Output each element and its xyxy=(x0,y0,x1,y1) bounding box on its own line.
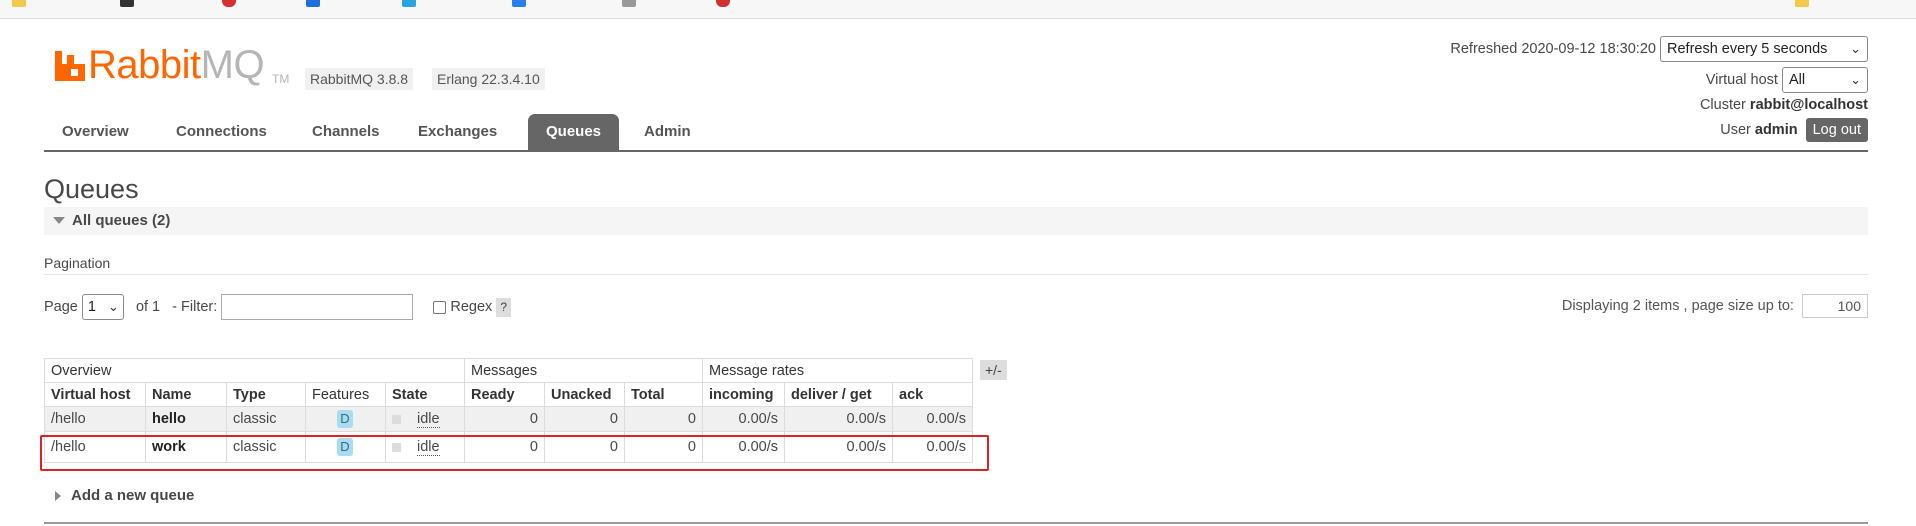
filter-label: - Filter: xyxy=(172,299,218,315)
cell-unacked: 0 xyxy=(544,406,625,432)
header-ack[interactable]: ack xyxy=(892,382,973,407)
rabbitmq-version-badge: RabbitMQ 3.8.8 xyxy=(305,68,414,90)
add-queue-label: Add a new queue xyxy=(71,487,195,504)
expand-triangle-icon xyxy=(55,491,61,502)
cell-ready: 0 xyxy=(464,406,545,432)
vhost-select[interactable]: All ⌄ xyxy=(1782,67,1868,94)
tab-admin[interactable]: Admin xyxy=(626,114,709,150)
pagination-controls: Page 1 ⌄ of 1 - Filter: Regex ? xyxy=(44,294,511,322)
header-total[interactable]: Total xyxy=(624,382,703,407)
logo-text-rabbit: Rabbit xyxy=(88,43,201,87)
page-of-label: of 1 xyxy=(135,299,161,315)
add-queue-section-toggle[interactable]: Add a new queue xyxy=(55,487,194,504)
maven-icon xyxy=(306,0,320,7)
header-name[interactable]: Name xyxy=(145,382,227,407)
queue-name-link[interactable]: hello xyxy=(145,406,227,432)
page-size-input[interactable]: 100 xyxy=(1802,294,1868,318)
site-icon xyxy=(222,0,236,7)
gitlab-icon xyxy=(120,0,134,7)
bookmark-item[interactable] xyxy=(306,0,326,8)
bookmark-item[interactable] xyxy=(12,0,32,8)
cluster-name: rabbit@localhost xyxy=(1749,97,1868,113)
cell-state[interactable]: idle xyxy=(417,411,440,428)
group-overview: Overview xyxy=(44,358,465,383)
tab-connections[interactable]: Connections xyxy=(158,114,285,150)
tab-channels[interactable]: Channels xyxy=(294,114,398,150)
chevron-down-icon: ⌄ xyxy=(1850,41,1861,57)
pagination-heading: Pagination xyxy=(44,255,111,271)
header-unacked[interactable]: Unacked xyxy=(544,382,625,407)
refresh-interval-select[interactable]: Refresh every 5 seconds ⌄ xyxy=(1660,36,1868,63)
regex-checkbox[interactable] xyxy=(433,300,447,314)
bookmark-item[interactable] xyxy=(622,0,642,8)
bookmark-item[interactable] xyxy=(222,0,242,8)
bookmark-item[interactable] xyxy=(512,0,532,8)
tab-overview[interactable]: Overview xyxy=(44,114,147,150)
displaying-info: Displaying 2 items , page size up to: 10… xyxy=(1562,294,1868,318)
collapse-triangle-icon xyxy=(53,217,65,224)
bookmark-item[interactable] xyxy=(120,0,140,8)
column-group-row: Overview Messages Message rates xyxy=(44,358,973,383)
vhost-label: Virtual host xyxy=(1705,72,1778,88)
site-icon xyxy=(622,0,636,7)
chevron-down-icon: ⌄ xyxy=(108,299,119,314)
logo-text-mq: MQ xyxy=(200,43,265,87)
pagination-divider xyxy=(44,274,1868,275)
regex-label: Regex xyxy=(450,299,493,315)
cell-deliver-get: 0.00/s xyxy=(784,406,893,432)
folder-icon xyxy=(1795,0,1809,7)
rabbitmq-logo-icon xyxy=(55,51,85,81)
header-state[interactable]: State xyxy=(385,382,465,407)
page-select[interactable]: 1 ⌄ xyxy=(81,294,124,320)
folder-icon xyxy=(12,0,26,7)
site-icon xyxy=(716,0,730,7)
table-row: /hello hello classic D idle 0 0 0 0.00/s… xyxy=(44,406,973,432)
header-deliver-get[interactable]: deliver / get xyxy=(784,382,893,407)
logout-button[interactable]: Log out xyxy=(1805,118,1868,143)
cell-incoming: 0.00/s xyxy=(702,406,785,432)
displaying-label: Displaying 2 items , page size up to: xyxy=(1561,297,1794,314)
bottom-divider xyxy=(44,522,1868,524)
page-title: Queues xyxy=(44,174,139,204)
bookmarks-bar xyxy=(0,0,1916,19)
user-name: admin xyxy=(1754,122,1798,138)
header-virtual-host[interactable]: Virtual host xyxy=(44,382,146,407)
bookmark-item[interactable] xyxy=(716,0,736,8)
cluster-label: Cluster xyxy=(1699,97,1746,113)
chevron-down-icon: ⌄ xyxy=(1850,72,1861,88)
regex-help-button[interactable]: ? xyxy=(496,297,511,317)
state-indicator-icon xyxy=(392,414,401,424)
cell-ack: 0.00/s xyxy=(892,406,973,432)
tabs-divider xyxy=(44,150,1868,152)
bookmark-item[interactable] xyxy=(402,0,422,8)
translate-icon xyxy=(512,0,526,7)
all-queues-label: All queues (2) xyxy=(72,212,171,229)
header-ready[interactable]: Ready xyxy=(464,382,545,407)
tab-exchanges[interactable]: Exchanges xyxy=(400,114,515,150)
cell-vhost: /hello xyxy=(44,406,146,432)
site-icon xyxy=(402,0,416,7)
user-label: User xyxy=(1720,122,1751,138)
durable-feature-badge[interactable]: D xyxy=(337,410,353,428)
row-highlight-annotation xyxy=(40,435,989,471)
cell-type: classic xyxy=(226,406,306,432)
header-type[interactable]: Type xyxy=(226,382,306,407)
column-toggle-button[interactable]: +/- xyxy=(980,360,1007,380)
tab-queues[interactable]: Queues xyxy=(528,114,620,150)
refreshed-timestamp: Refreshed 2020-09-12 18:30:20 xyxy=(1450,41,1656,57)
all-queues-section-toggle[interactable]: All queues (2) xyxy=(44,207,1868,235)
group-message-rates: Message rates xyxy=(702,358,973,383)
logo-trademark: TM xyxy=(272,72,290,86)
header-incoming[interactable]: incoming xyxy=(702,382,785,407)
page-label: Page xyxy=(44,299,78,315)
column-header-row: Virtual host Name Type Features State Re… xyxy=(44,382,973,407)
filter-input[interactable] xyxy=(221,294,414,320)
header-features: Features xyxy=(305,382,386,407)
group-messages: Messages xyxy=(464,358,703,383)
cell-total: 0 xyxy=(624,406,703,432)
erlang-version-badge: Erlang 22.3.4.10 xyxy=(432,68,545,90)
bookmark-item[interactable] xyxy=(1795,0,1815,8)
